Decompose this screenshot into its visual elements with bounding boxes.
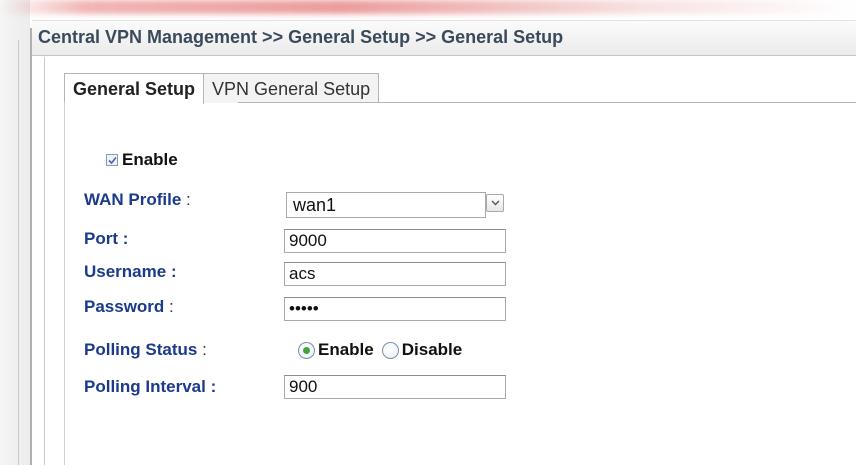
tab-general-setup[interactable]: General Setup — [64, 73, 205, 104]
password-input[interactable] — [284, 297, 506, 321]
polling-interval-label: Polling Interval : — [84, 377, 216, 397]
dropdown-button[interactable] — [486, 194, 504, 212]
enable-label: Enable — [122, 150, 178, 169]
polling-interval-label-text: Polling Interval — [84, 377, 206, 396]
port-input[interactable] — [284, 229, 506, 253]
polling-interval-input[interactable] — [284, 375, 506, 399]
polling-status-radio-group: Enable Disable — [298, 340, 470, 360]
wan-profile-label-text: WAN Profile — [84, 190, 182, 209]
checkmark-icon — [108, 156, 117, 165]
port-colon: : — [122, 229, 129, 248]
wan-profile-label: WAN Profile : — [84, 190, 191, 210]
wan-profile-select[interactable]: wan1 — [286, 192, 510, 218]
password-colon: : — [169, 297, 174, 316]
password-label-text: Password — [84, 297, 165, 316]
enable-checkbox[interactable] — [106, 154, 118, 166]
username-input[interactable] — [284, 262, 506, 286]
page-title-bar: Central VPN Management >> General Setup … — [32, 20, 856, 56]
content-panel — [44, 57, 856, 465]
chevron-down-icon — [491, 200, 500, 206]
tab-content-border — [64, 102, 65, 465]
port-label: Port : — [84, 229, 128, 249]
username-colon: : — [170, 262, 177, 281]
left-margin — [0, 0, 30, 465]
left-frame-line-inner — [30, 28, 32, 465]
tab-vpn-general-setup[interactable]: VPN General Setup — [204, 73, 380, 103]
password-label: Password : — [84, 297, 174, 317]
radio-selected-dot — [303, 346, 310, 354]
polling-enable-radio[interactable] — [298, 341, 315, 359]
breadcrumb: Central VPN Management >> General Setup … — [38, 27, 564, 47]
polling-status-label: Polling Status : — [84, 340, 207, 360]
port-label-text: Port — [84, 229, 118, 248]
username-label: Username : — [84, 262, 177, 282]
screenshot-stage: Central VPN Management >> General Setup … — [0, 0, 856, 465]
polling-disable-radio[interactable] — [381, 341, 399, 359]
polling-enable-label[interactable]: Enable — [318, 340, 374, 360]
polling-interval-colon: : — [210, 377, 217, 396]
wan-profile-select-value[interactable]: wan1 — [286, 192, 486, 218]
tab-underline — [238, 102, 856, 103]
top-edge-glow — [0, 0, 856, 14]
left-frame-line — [18, 40, 19, 465]
polling-status-colon: : — [202, 340, 207, 359]
tab-strip: General Setup VPN General Setup — [64, 73, 380, 104]
username-label-text: Username — [84, 262, 167, 281]
enable-row: Enable — [106, 150, 178, 170]
polling-status-label-text: Polling Status — [84, 340, 198, 359]
polling-disable-label[interactable]: Disable — [402, 340, 462, 360]
wan-profile-colon: : — [186, 190, 191, 209]
